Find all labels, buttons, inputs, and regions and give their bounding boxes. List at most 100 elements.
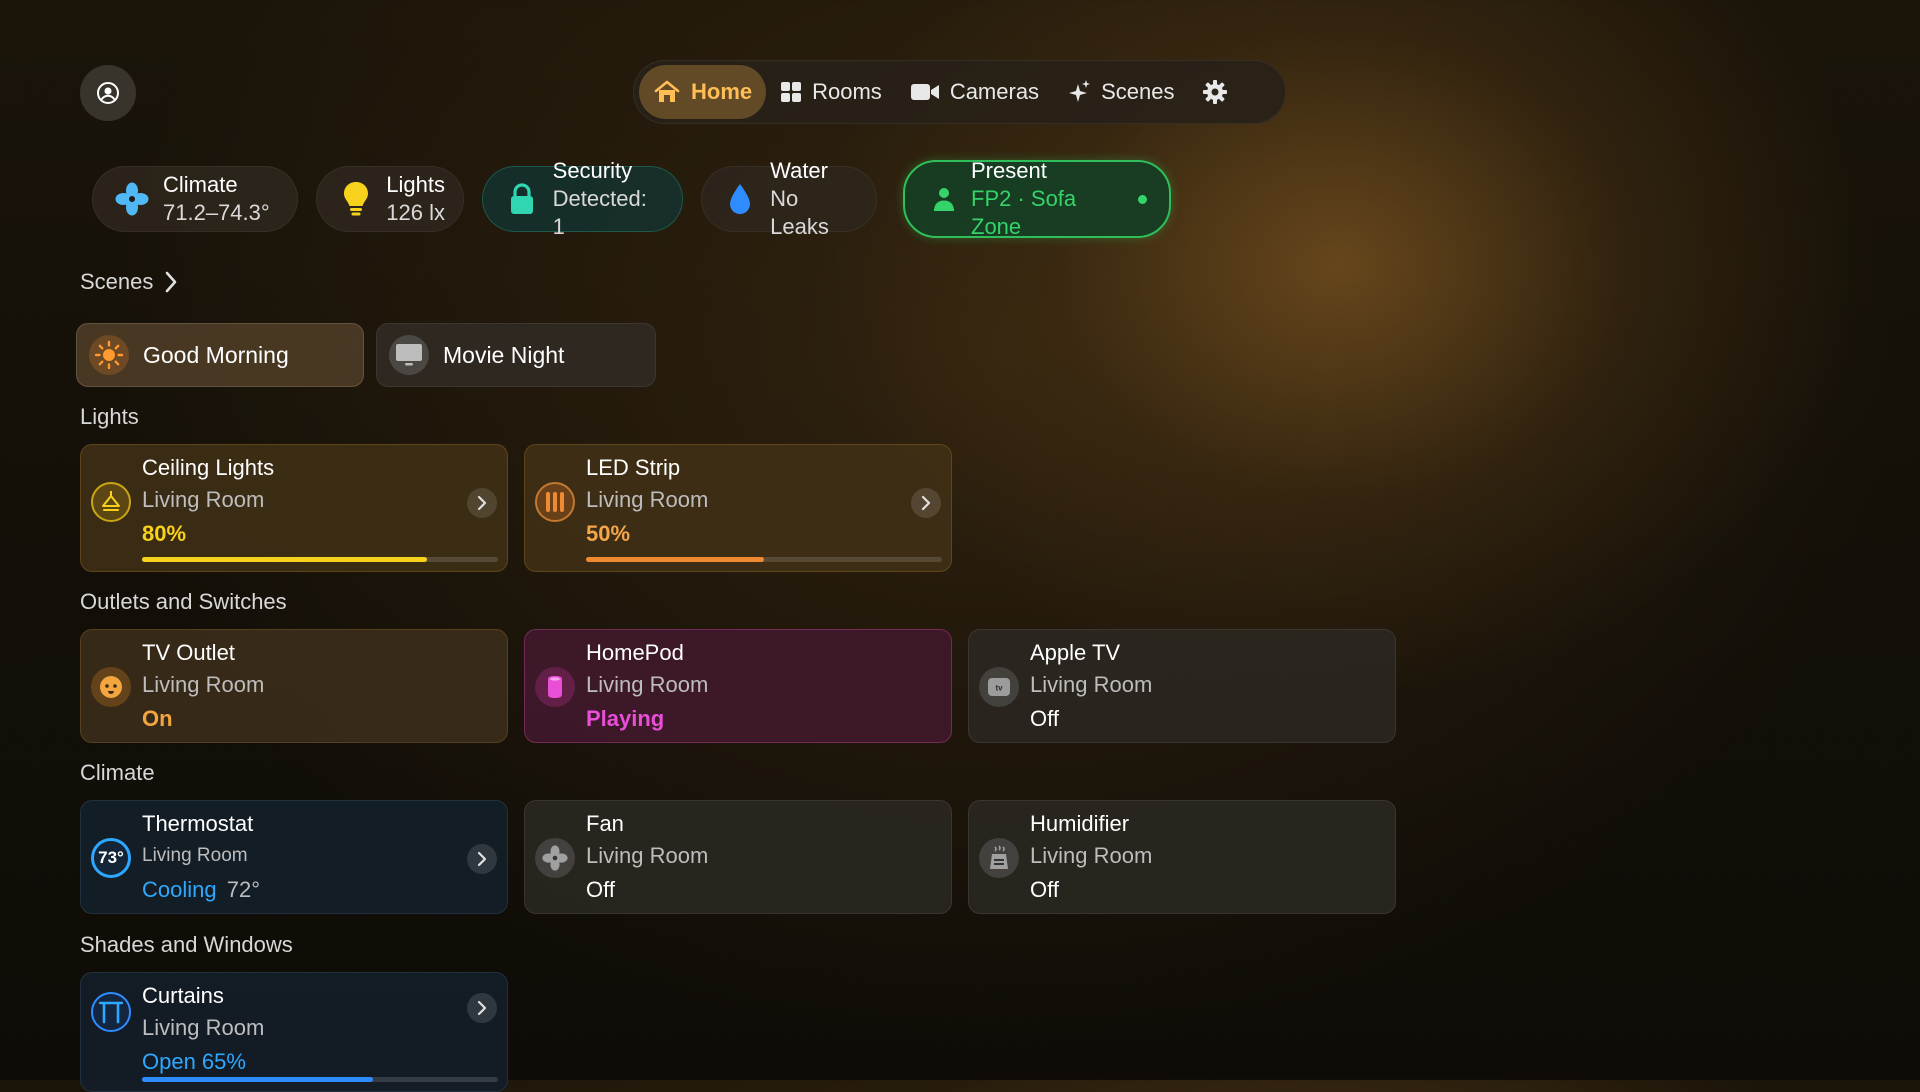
chevron-right-icon — [477, 1000, 487, 1016]
tile-tv-outlet-name: TV Outlet — [142, 640, 235, 665]
chevron-right-icon — [477, 495, 487, 511]
section-climate-title: Climate — [80, 760, 155, 785]
apple-tv-icon: tv — [988, 678, 1010, 696]
tile-led-strip-name: LED Strip — [586, 455, 681, 480]
status-water-value: No Leaks — [770, 186, 829, 239]
house-icon — [654, 80, 680, 102]
tile-ceiling-lights-brightness-slider[interactable] — [142, 557, 498, 562]
sun-icon — [94, 340, 124, 370]
chevron-right-icon — [921, 495, 931, 511]
presence-dot-icon — [1138, 194, 1147, 204]
person-circle-icon — [97, 82, 119, 104]
tile-led-strip-room: Living Room — [586, 487, 709, 512]
chevron-right-icon — [166, 271, 177, 293]
tab-rooms-label: Rooms — [812, 79, 882, 104]
tile-humidifier[interactable]: Humidifier Living Room Off — [968, 800, 1396, 914]
homepod-icon — [548, 676, 562, 698]
tile-led-strip-detail-button[interactable] — [911, 488, 941, 518]
section-outlets-title: Outlets and Switches — [80, 589, 287, 614]
status-lights[interactable]: Lights 126 lx — [316, 166, 464, 232]
tile-apple-tv-room: Living Room — [1030, 672, 1153, 697]
tab-scenes-label: Scenes — [1101, 79, 1175, 104]
fan-icon — [115, 182, 149, 216]
scenes-header[interactable]: Scenes — [80, 269, 177, 295]
fan-icon — [542, 845, 568, 871]
section-shades-title: Shades and Windows — [80, 932, 293, 957]
sparkles-icon — [1069, 80, 1091, 102]
tile-tv-outlet[interactable]: TV Outlet Living Room On — [80, 629, 508, 743]
tile-humidifier-name: Humidifier — [1030, 811, 1130, 836]
gear-icon — [1203, 80, 1228, 104]
tile-curtains[interactable]: Curtains Living Room Open 65% — [80, 972, 508, 1092]
status-climate[interactable]: Climate 71.2–74.3° — [92, 166, 298, 232]
tile-curtains-detail-button[interactable] — [467, 993, 497, 1023]
tile-humidifier-room: Living Room — [1030, 843, 1153, 868]
status-climate-value: 71.2–74.3° — [163, 200, 270, 225]
tab-home[interactable]: Home — [639, 65, 767, 119]
tab-rooms[interactable]: Rooms — [766, 65, 896, 119]
status-presence-title: Present — [971, 158, 1047, 183]
tile-fan-state: Off — [586, 877, 615, 902]
tile-thermostat[interactable]: 73° Thermostat Living Room Cooling 72° — [80, 800, 508, 914]
lock-icon — [510, 183, 533, 214]
profile-button[interactable] — [80, 65, 136, 121]
status-lights-title: Lights — [386, 172, 445, 197]
status-climate-title: Climate — [163, 172, 238, 197]
tv-screen-icon — [396, 344, 422, 366]
tile-thermostat-detail-button[interactable] — [467, 844, 497, 874]
thermostat-target: 72° — [226, 877, 261, 902]
thermostat-mode: Cooling — [142, 877, 217, 902]
scene-movie-night[interactable]: Movie Night — [376, 323, 656, 387]
tile-apple-tv[interactable]: tv Apple TV Living Room Off — [968, 629, 1396, 743]
scenes-header-label: Scenes — [80, 269, 154, 294]
tile-led-strip-brightness-slider[interactable] — [586, 557, 942, 562]
tile-homepod-room: Living Room — [586, 672, 709, 697]
scene-movie-night-label: Movie Night — [443, 341, 565, 368]
grid-icon — [781, 82, 802, 102]
thermostat-temperature-badge: 73° — [98, 848, 124, 867]
tile-ceiling-lights-state: 80% — [142, 521, 187, 546]
status-security[interactable]: Security Detected: 1 — [482, 158, 683, 239]
tile-humidifier-state: Off — [1030, 877, 1059, 902]
tile-fan-name: Fan — [586, 811, 624, 836]
tile-led-strip[interactable]: LED Strip Living Room 50% — [524, 444, 952, 572]
video-camera-icon — [910, 84, 939, 100]
tile-ceiling-lights-name: Ceiling Lights — [142, 455, 275, 480]
person-icon — [934, 188, 954, 211]
tile-fan[interactable]: Fan Living Room Off — [524, 800, 952, 914]
tile-curtains-name: Curtains — [142, 983, 224, 1008]
curtains-icon — [98, 1001, 124, 1024]
status-presence[interactable]: Present FP2 · Sofa Zone — [903, 158, 1171, 239]
status-presence-value: FP2 · Sofa Zone — [971, 186, 1077, 239]
status-security-title: Security — [552, 158, 633, 183]
tile-ceiling-lights-detail-button[interactable] — [467, 488, 497, 518]
scene-good-morning[interactable]: Good Morning — [76, 323, 364, 387]
scene-good-morning-label: Good Morning — [143, 341, 289, 368]
svg-text:tv: tv — [995, 684, 1003, 693]
tab-scenes[interactable]: Scenes — [1053, 65, 1188, 119]
tile-curtains-room: Living Room — [142, 1015, 265, 1040]
tile-homepod-state: Playing — [586, 706, 665, 731]
tile-homepod[interactable]: HomePod Living Room Playing — [524, 629, 952, 743]
tab-cameras-label: Cameras — [949, 79, 1040, 104]
tile-tv-outlet-room: Living Room — [142, 672, 265, 697]
status-water-title: Water — [770, 158, 828, 183]
ceiling-lamp-icon — [102, 491, 120, 511]
led-strip-icon — [546, 492, 564, 512]
settings-button[interactable] — [1190, 65, 1240, 119]
tile-curtains-state: Open 65% — [142, 1049, 246, 1074]
tile-apple-tv-name: Apple TV — [1030, 640, 1121, 665]
tile-tv-outlet-state: On — [142, 706, 173, 731]
status-security-value: Detected: 1 — [552, 186, 647, 239]
status-water[interactable]: Water No Leaks — [701, 158, 877, 239]
tile-homepod-name: HomePod — [586, 640, 684, 665]
tab-cameras[interactable]: Cameras — [896, 65, 1053, 119]
tile-apple-tv-state: Off — [1030, 706, 1059, 731]
tile-led-strip-state: 50% — [586, 521, 631, 546]
tile-ceiling-lights-room: Living Room — [142, 487, 265, 512]
outlet-icon — [100, 676, 122, 698]
water-drop-icon — [730, 184, 751, 214]
tile-ceiling-lights[interactable]: Ceiling Lights Living Room 80% — [80, 444, 508, 572]
section-lights-title: Lights — [80, 404, 139, 429]
lightbulb-icon — [343, 182, 368, 216]
